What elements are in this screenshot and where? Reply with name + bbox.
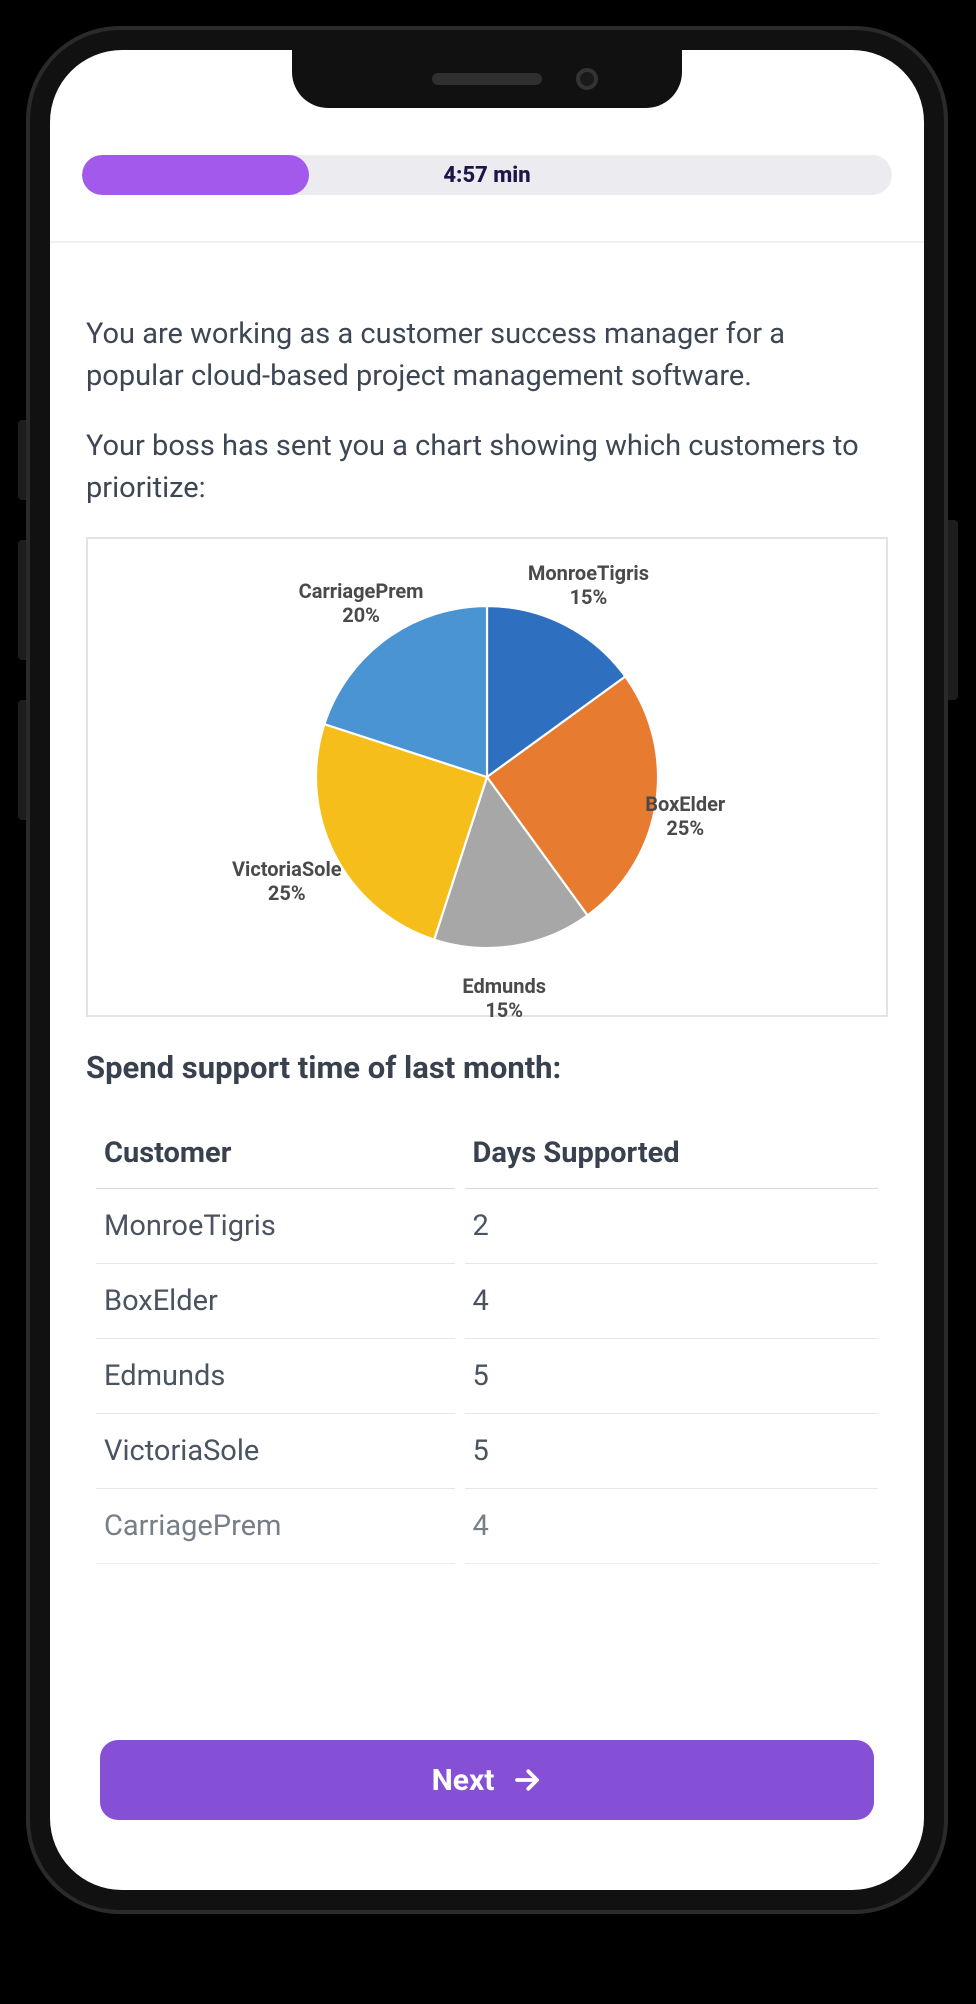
table-row: VictoriaSole 5	[96, 1414, 878, 1489]
cell-days: 5	[465, 1339, 878, 1414]
cell-customer: MonroeTigris	[96, 1189, 455, 1264]
table-header-customer: Customer	[96, 1126, 455, 1189]
table-title: Spend support time of last month:	[86, 1049, 888, 1086]
pie-svg	[307, 597, 667, 957]
cell-days: 4	[465, 1489, 878, 1564]
cell-customer: Edmunds	[96, 1339, 455, 1414]
phone-side-button	[18, 540, 28, 660]
table-row: CarriagePrem 4	[96, 1489, 878, 1564]
cell-customer: CarriagePrem	[96, 1489, 455, 1564]
pie-slice-label: MonroeTigris15%	[528, 561, 649, 609]
pie-slice-label: VictoriaSole25%	[232, 857, 342, 905]
camera-icon	[576, 68, 598, 90]
cell-days: 2	[465, 1189, 878, 1264]
cell-customer: BoxElder	[96, 1264, 455, 1339]
pie-slice-label: BoxElder25%	[645, 792, 725, 840]
intro-paragraph-1: You are working as a customer success ma…	[86, 313, 888, 397]
phone-side-button	[18, 420, 28, 500]
table-row: BoxElder 4	[96, 1264, 878, 1339]
support-table: Customer Days Supported MonroeTigris 2 B…	[86, 1126, 888, 1564]
next-button-label: Next	[432, 1763, 495, 1798]
table-header-days: Days Supported	[465, 1126, 878, 1189]
cell-days: 4	[465, 1264, 878, 1339]
phone-side-button	[18, 700, 28, 820]
pie-slice-label: Edmunds15%	[462, 974, 546, 1022]
intro-paragraph-2: Your boss has sent you a chart showing w…	[86, 425, 888, 509]
phone-side-button	[948, 520, 958, 700]
phone-notch	[292, 50, 682, 108]
pie-chart: MonroeTigris15%BoxElder25%Edmunds15%Vict…	[86, 537, 888, 1017]
screen: 4:57 min You are working as a customer s…	[50, 50, 924, 1890]
cell-days: 5	[465, 1414, 878, 1489]
table-row: MonroeTigris 2	[96, 1189, 878, 1264]
phone-frame: 4:57 min You are working as a customer s…	[30, 30, 944, 1910]
arrow-right-icon	[512, 1765, 542, 1795]
speaker-icon	[432, 73, 542, 85]
timer-label: 4:57 min	[82, 155, 892, 195]
progress-bar: 4:57 min	[82, 155, 892, 195]
pie-slice-label: CarriagePrem20%	[299, 579, 424, 627]
table-row: Edmunds 5	[96, 1339, 878, 1414]
next-button[interactable]: Next	[100, 1740, 874, 1820]
cell-customer: VictoriaSole	[96, 1414, 455, 1489]
